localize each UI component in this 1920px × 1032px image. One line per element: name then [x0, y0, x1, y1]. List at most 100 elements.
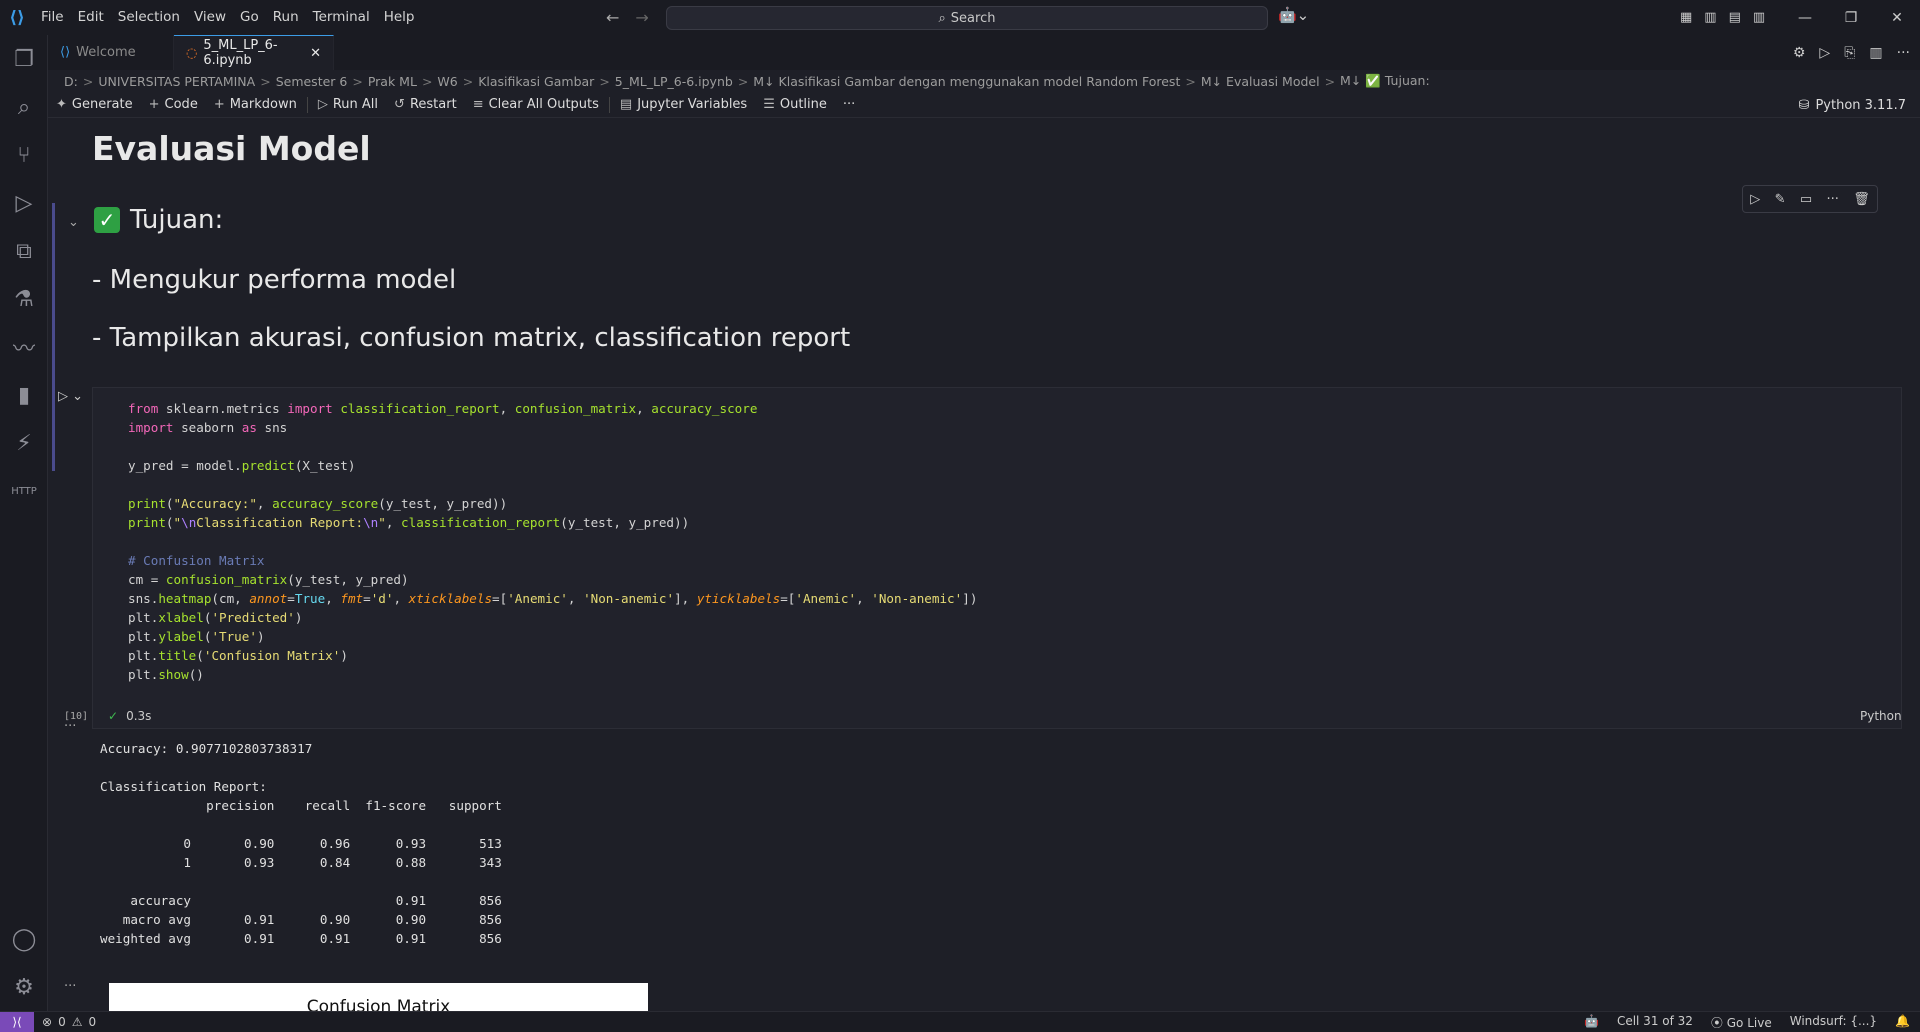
- clear-outputs-button[interactable]: ≡ Clear All Outputs: [465, 92, 607, 118]
- search-view-icon[interactable]: ⌕: [0, 83, 48, 131]
- breadcrumb-item[interactable]: UNIVERSITAS PERTAMINA: [98, 74, 255, 89]
- output-line: 1 0.93 0.84 0.88 343: [100, 855, 502, 870]
- layout-controls: ▦ ▥ ▤ ▥: [1680, 0, 1765, 35]
- check-mark-icon: ✓: [94, 207, 120, 233]
- title-bar: ⟨⟩ File Edit Selection View Go Run Termi…: [0, 0, 1920, 35]
- command-center-search[interactable]: ⌕ Search: [666, 6, 1268, 30]
- menu-view[interactable]: View: [187, 0, 233, 35]
- tab-label: Welcome: [76, 45, 136, 60]
- menu-selection[interactable]: Selection: [111, 0, 187, 35]
- menu-file[interactable]: File: [34, 0, 71, 35]
- add-markdown-button[interactable]: + Markdown: [206, 92, 305, 118]
- run-cell-button[interactable]: ▷ ⌄: [58, 389, 83, 404]
- output-more-icon[interactable]: ···: [64, 719, 76, 734]
- toggle-secondary-sidebar-icon[interactable]: ▥: [1753, 10, 1765, 25]
- close-tab-icon[interactable]: ✕: [310, 46, 321, 61]
- restore-icon[interactable]: ❐: [1828, 10, 1874, 26]
- source-control-icon[interactable]: ⑂: [0, 131, 48, 179]
- close-window-icon[interactable]: ✕: [1874, 10, 1920, 26]
- collapse-chevron-icon[interactable]: ⌄: [68, 215, 79, 230]
- export-icon[interactable]: ⎘: [1844, 45, 1855, 61]
- status-bar: ⟩⟨ ⊗ 0 ⚠ 0 🤖 Cell 31 of 32 ⦿ Go Live Winds…: [0, 1011, 1920, 1032]
- breadcrumb-item[interactable]: D:: [64, 74, 78, 89]
- breadcrumb-item[interactable]: M↓ ✅ Tujuan:: [1340, 73, 1430, 89]
- run-icon[interactable]: ▷: [1819, 45, 1830, 61]
- output-line: accuracy 0.91 856: [100, 893, 502, 908]
- more-icon[interactable]: ···: [1827, 192, 1839, 207]
- more-actions-icon[interactable]: ···: [1897, 45, 1910, 61]
- toggle-primary-sidebar-icon[interactable]: ▥: [1704, 10, 1716, 25]
- go-live-label: Go Live: [1726, 1015, 1772, 1030]
- menu-help[interactable]: Help: [377, 0, 422, 35]
- generate-label: Generate: [71, 97, 133, 112]
- menu-terminal[interactable]: Terminal: [306, 0, 377, 35]
- gear-icon[interactable]: ⚙: [1793, 45, 1806, 61]
- generate-button[interactable]: ✦ Generate: [48, 92, 141, 118]
- markdown-subheading: ✓ Tujuan:: [94, 205, 223, 235]
- toggle-panel-icon[interactable]: ▤: [1729, 10, 1741, 25]
- play-icon: ▷: [317, 97, 328, 112]
- go-live-button[interactable]: ⦿ Go Live: [1711, 1014, 1772, 1031]
- error-count: 0: [58, 1015, 66, 1029]
- more-label: ···: [842, 97, 856, 112]
- window-controls: — ❐ ✕: [1782, 0, 1920, 35]
- back-arrow-icon[interactable]: ←: [606, 8, 619, 27]
- breadcrumb-item[interactable]: Prak ML: [368, 74, 417, 89]
- breadcrumb-item[interactable]: Klasifikasi Gambar: [478, 74, 594, 89]
- cell-toolbar: ▷ ✎ ▭ ··· 🗑: [1742, 185, 1878, 213]
- outline-button[interactable]: ☰ Outline: [755, 92, 835, 118]
- minimize-icon[interactable]: —: [1782, 10, 1828, 26]
- more-toolbar-button[interactable]: ···: [835, 92, 863, 118]
- testing-icon[interactable]: ⚗: [0, 275, 48, 323]
- run-cell-icon[interactable]: ▷: [1750, 192, 1760, 207]
- cell-language[interactable]: Python: [1860, 709, 1902, 723]
- add-code-button[interactable]: + Code: [141, 92, 206, 118]
- tab-notebook[interactable]: ◌ 5_ML_LP_6-6.ipynb ✕: [174, 35, 334, 70]
- jupyter-variables-button[interactable]: ▤ Jupyter Variables: [612, 92, 755, 118]
- clear-outputs-label: Clear All Outputs: [488, 97, 599, 112]
- account-icon[interactable]: ◯: [0, 915, 48, 963]
- manage-gear-icon[interactable]: ⚙: [0, 963, 48, 1011]
- delete-icon[interactable]: 🗑: [1853, 192, 1870, 207]
- menu-run[interactable]: Run: [266, 0, 306, 35]
- cell-output: Accuracy: 0.9077102803738317 Classificat…: [100, 739, 502, 948]
- windsurf-status[interactable]: Windsurf: {...}: [1790, 1014, 1877, 1031]
- breadcrumb-item[interactable]: M↓ Evaluasi Model: [1201, 74, 1320, 89]
- forward-arrow-icon[interactable]: →: [635, 8, 648, 27]
- notebook-editor: Evaluasi Model ⌄ ✓ Tujuan: - Mengukur pe…: [48, 119, 1920, 1011]
- lightning-icon[interactable]: ⚡: [0, 419, 48, 467]
- bookmarks-icon[interactable]: ▮: [0, 371, 48, 419]
- run-all-button[interactable]: ▷ Run All: [310, 92, 386, 118]
- tab-welcome[interactable]: ⟨⟩ Welcome: [48, 35, 174, 70]
- run-all-label: Run All: [332, 97, 379, 112]
- breadcrumb-item[interactable]: M↓ Klasifikasi Gambar dengan menggunakan…: [753, 74, 1180, 89]
- split-cell-icon[interactable]: ▭: [1800, 192, 1812, 207]
- customize-layout-icon[interactable]: ▦: [1680, 10, 1692, 25]
- problems-indicator[interactable]: ⊗ 0 ⚠ 0: [42, 1015, 96, 1029]
- breadcrumb-item[interactable]: 5_ML_LP_6-6.ipynb: [615, 74, 733, 89]
- extensions-icon[interactable]: ⧉: [0, 227, 48, 275]
- breadcrumb-item[interactable]: Semester 6: [276, 74, 348, 89]
- menu-go[interactable]: Go: [233, 0, 266, 35]
- menu-edit[interactable]: Edit: [71, 0, 111, 35]
- jupyter-variables-label: Jupyter Variables: [637, 97, 748, 112]
- split-editor-icon[interactable]: ▥: [1869, 45, 1882, 61]
- markdown-list-item: - Tampilkan akurasi, confusion matrix, c…: [92, 323, 851, 353]
- run-debug-icon[interactable]: ▷: [0, 179, 48, 227]
- output-line: weighted avg 0.91 0.91 0.91 856: [100, 931, 502, 946]
- code-editor[interactable]: from sklearn.metrics import classificati…: [128, 399, 977, 684]
- copilot-icon[interactable]: 🤖⌄: [1278, 6, 1309, 24]
- notifications-bell-icon[interactable]: 🔔: [1895, 1014, 1910, 1031]
- edit-icon[interactable]: ✎: [1775, 192, 1786, 207]
- http-client-icon[interactable]: HTTP: [0, 467, 48, 515]
- output-more-icon[interactable]: ···: [64, 979, 76, 994]
- windsurf-icon[interactable]: 〰: [0, 323, 48, 371]
- explorer-icon[interactable]: ❐: [0, 35, 48, 83]
- kernel-picker[interactable]: ⛁ Python 3.11.7: [1799, 92, 1906, 118]
- restart-button[interactable]: ↺ Restart: [386, 92, 465, 118]
- remote-icon[interactable]: ⟩⟨: [0, 1011, 34, 1032]
- breadcrumb-item[interactable]: W6: [437, 74, 457, 89]
- vscode-logo-icon: ⟨⟩: [9, 7, 25, 28]
- cell-position[interactable]: Cell 31 of 32: [1617, 1014, 1693, 1031]
- copilot-status-icon[interactable]: 🤖: [1584, 1014, 1599, 1031]
